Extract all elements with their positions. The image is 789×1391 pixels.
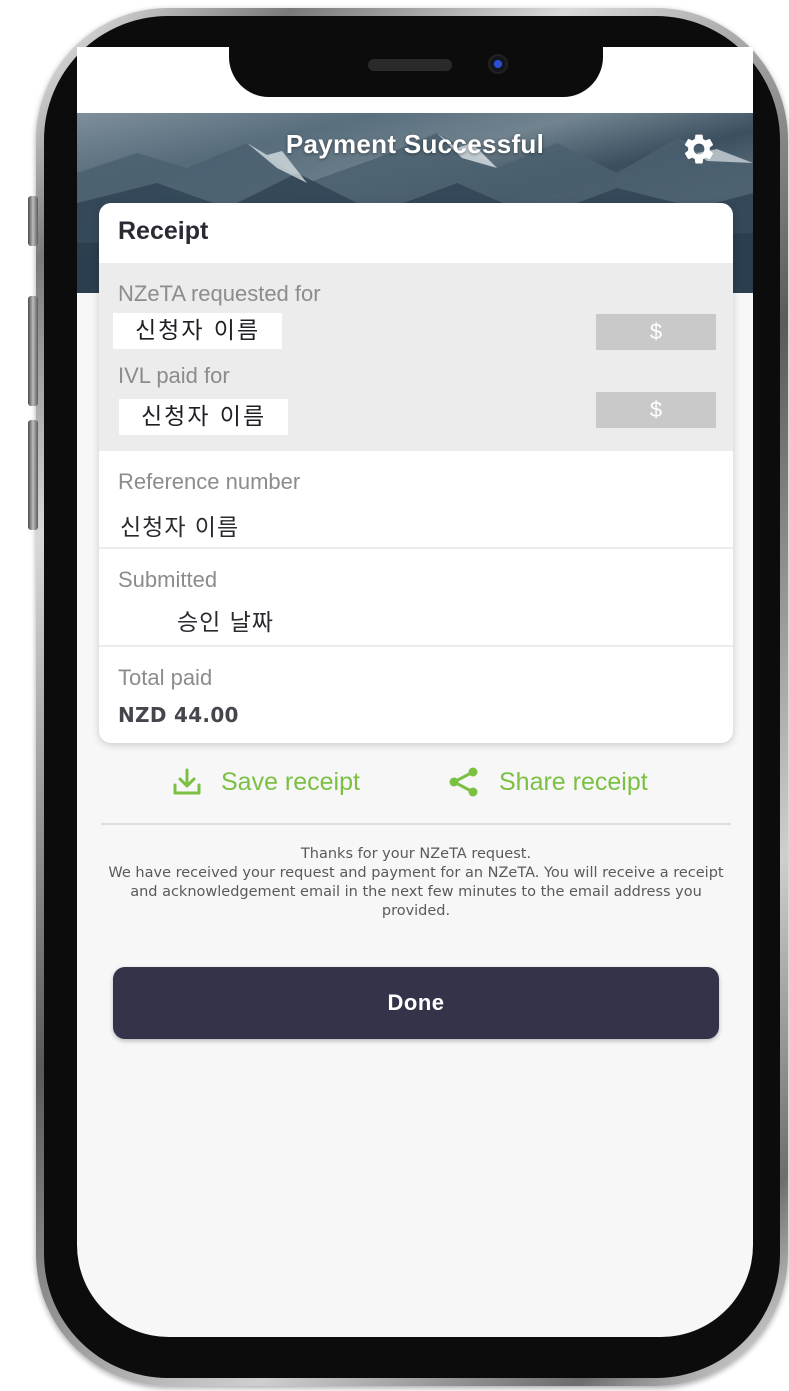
message-line-1: Thanks for your NZeTA request. <box>300 846 532 862</box>
ivl-paid-name: 신청자 이름 <box>119 399 289 435</box>
volume-down-button <box>28 420 38 530</box>
screen: Payment Successful Receipt NZeTA request… <box>77 47 753 1337</box>
requested-for-name: 신청자 이름 <box>113 313 283 349</box>
done-button[interactable]: Done <box>113 967 719 1039</box>
share-receipt-label: Share receipt <box>499 767 648 796</box>
total-paid-label: Total paid <box>118 665 213 690</box>
notch <box>229 47 603 97</box>
download-icon <box>173 768 201 795</box>
reference-number-value: 신청자 이름 <box>120 515 240 541</box>
paid-for-section: NZeTA requested for 신청자 이름 $ IVL paid fo… <box>99 263 733 451</box>
gear-icon[interactable] <box>681 131 717 167</box>
confirmation-message: Thanks for your NZeTA request. We have r… <box>95 845 737 921</box>
share-icon <box>449 767 478 797</box>
message-line-2: We have received your request and paymen… <box>108 865 724 919</box>
status-area <box>77 47 753 113</box>
ivl-amount: $ <box>596 392 716 428</box>
save-receipt-button[interactable]: Save receipt <box>171 757 360 807</box>
section-divider <box>101 823 731 825</box>
submitted-label: Submitted <box>118 567 218 592</box>
page-title: Payment Successful <box>285 129 545 159</box>
requested-amount: $ <box>596 314 716 350</box>
save-receipt-label: Save receipt <box>221 767 360 796</box>
reference-number-label: Reference number <box>118 469 301 494</box>
receipt-card: Receipt NZeTA requested for 신청자 이름 $ IVL… <box>99 203 733 743</box>
submitted-value: 승인 날짜 <box>177 610 274 636</box>
ivl-paid-label: IVL paid for <box>118 363 230 388</box>
total-paid-value: NZD 44.00 <box>118 703 239 727</box>
receipt-title: Receipt <box>118 217 209 245</box>
camera <box>488 54 508 74</box>
divider <box>99 547 733 549</box>
speaker <box>368 59 452 71</box>
requested-for-label: NZeTA requested for <box>118 281 321 306</box>
mute-switch <box>28 196 38 246</box>
volume-up-button <box>28 296 38 406</box>
divider <box>99 645 733 647</box>
share-receipt-button[interactable]: Share receipt <box>447 757 648 807</box>
